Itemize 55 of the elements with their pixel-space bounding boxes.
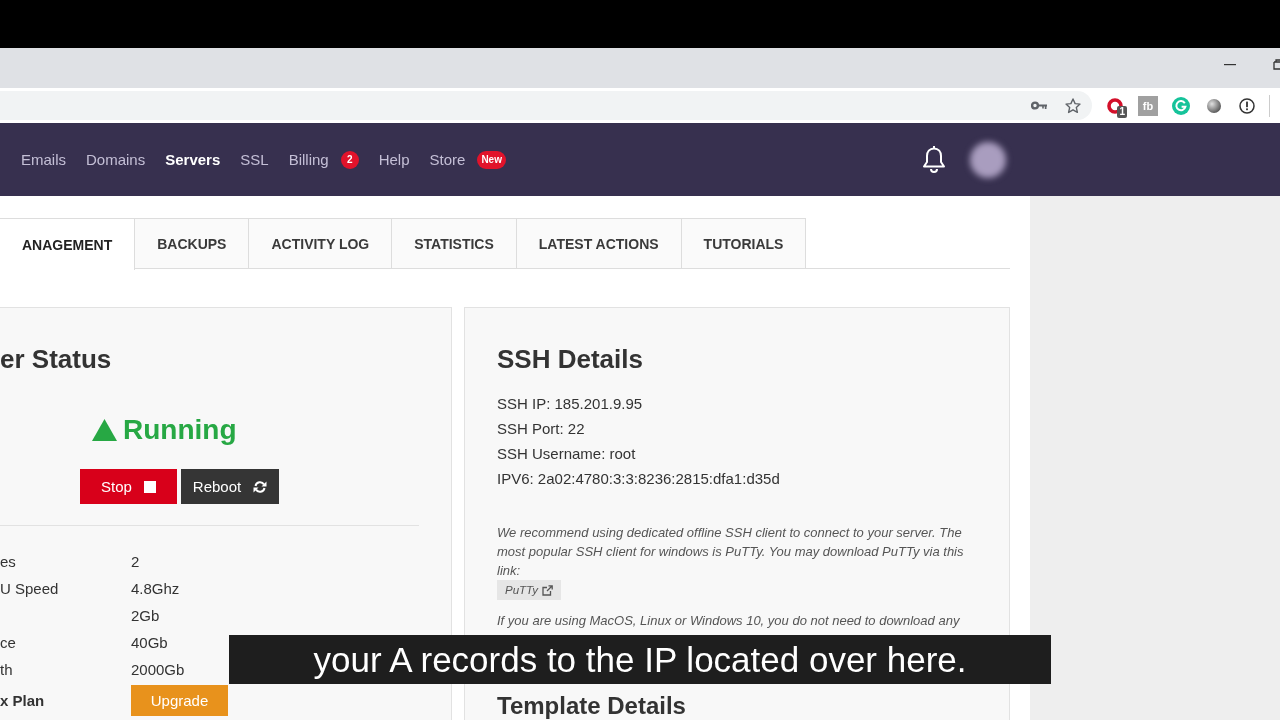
sphere-icon — [1207, 98, 1221, 113]
ssh-detail-text: SSH Port: 22 — [497, 419, 585, 439]
tab[interactable]: ANAGEMENT — [0, 218, 136, 270]
spec-label: es — [0, 553, 16, 570]
exclamation-circle-icon — [1239, 97, 1255, 114]
key-icon[interactable] — [1031, 101, 1047, 110]
nav-link[interactable]: Help — [378, 151, 410, 168]
note-text: We recommend using dedicated offline SSH client to connect to your server. The most popular SSH client for windows is PuTTy. You may download PuTTy via this link: — [497, 524, 965, 580]
ring-icon — [1107, 97, 1123, 114]
bell-icon[interactable] — [922, 146, 946, 173]
count-badge: 2 — [340, 150, 359, 169]
stop-button[interactable]: Stop — [80, 469, 177, 504]
nav-link[interactable]: Emails — [21, 151, 66, 168]
spec-value: 4.8Ghz — [131, 580, 180, 597]
tab[interactable]: BACKUPS — [135, 218, 250, 269]
tab[interactable]: LATEST ACTIONS — [516, 218, 682, 269]
panel-heading: SSH Details — [497, 343, 643, 375]
nav-link[interactable]: Store New — [429, 150, 506, 169]
tab[interactable]: TUTORIALS — [681, 218, 807, 269]
panel-heading: er Status — [0, 343, 112, 375]
refresh-icon — [253, 479, 268, 494]
nav-link[interactable]: SSL — [240, 151, 269, 168]
plan-label: x Plan — [0, 692, 45, 709]
ssh-detail-text: IPV6: 2a02:4780:3:3:8236:2815:dfa1:d35d — [497, 469, 780, 489]
star-icon[interactable] — [1065, 97, 1081, 114]
spec-value: 2 — [131, 553, 140, 570]
reboot-button[interactable]: Reboot — [181, 469, 279, 504]
stop-icon — [143, 480, 156, 493]
spec-value: 40Gb — [131, 634, 168, 651]
extension-button[interactable]: 1 — [1103, 93, 1127, 118]
ssh-detail-text: SSH IP: 185.201.9.95 — [497, 394, 643, 414]
minimize-icon[interactable] — [1224, 64, 1236, 66]
spec-label: th — [0, 661, 13, 678]
spec-label: ce — [0, 634, 16, 651]
triangle-icon — [92, 419, 117, 441]
download-link-button[interactable]: PuTTy — [497, 580, 561, 600]
note-text: If you are using MacOS, Linux or Windows 10, you do not need to download any — [497, 612, 961, 630]
video-subtitle: your A records to the IP located over here. — [229, 635, 1051, 684]
ring-disc-icon — [1172, 96, 1190, 115]
nav-link[interactable]: Billing 2 — [288, 150, 359, 169]
nav-link[interactable]: Domains — [86, 151, 146, 168]
count-badge: New — [477, 150, 506, 169]
tab[interactable]: ACTIVITY LOG — [249, 218, 393, 269]
section-heading: Template Details — [497, 694, 686, 718]
spec-value: 2Gb — [131, 607, 160, 624]
tab[interactable]: STATISTICS — [392, 218, 517, 269]
restore-icon[interactable] — [1273, 58, 1280, 70]
spec-label: U Speed — [0, 580, 59, 597]
external-link-icon — [542, 584, 553, 596]
ssh-detail-text: SSH Username: root — [497, 444, 636, 464]
avatar[interactable] — [970, 141, 1006, 178]
extension-badge: 1 — [1117, 105, 1127, 118]
spec-value: 2000Gb — [131, 661, 185, 678]
status-text: Running — [123, 413, 237, 447]
nav-link[interactable]: Servers — [165, 151, 221, 168]
